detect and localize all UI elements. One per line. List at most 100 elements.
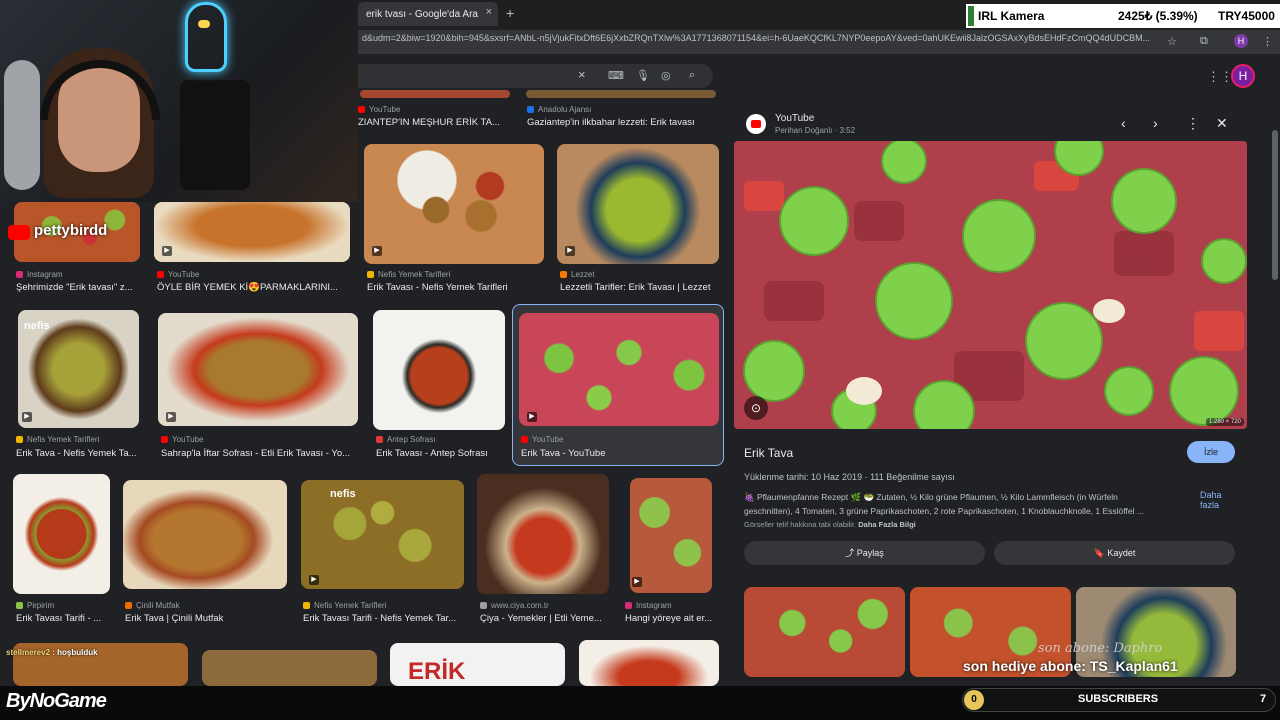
lens-icon[interactable]: ◎ bbox=[661, 69, 671, 82]
close-panel-icon[interactable]: ✕ bbox=[1216, 115, 1228, 132]
result-title[interactable]: Sahrap'la İftar Sofrası - Etli Erik Tava… bbox=[161, 448, 357, 459]
result-image[interactable] bbox=[123, 480, 287, 589]
result-source: YouTube bbox=[161, 435, 203, 444]
result-image[interactable] bbox=[202, 650, 377, 686]
guitar bbox=[4, 60, 40, 190]
result-image[interactable] bbox=[373, 310, 505, 430]
result-title[interactable]: Erik Tava - YouTube bbox=[521, 448, 719, 459]
result-source: Lezzet bbox=[560, 270, 595, 279]
youtube-logo-icon bbox=[746, 114, 766, 134]
watch-button[interactable]: İzle bbox=[1187, 441, 1235, 463]
result-title[interactable]: Erik Tava | Çinili Mutfak bbox=[125, 613, 287, 624]
result-image[interactable] bbox=[519, 313, 719, 426]
save-button[interactable]: 🔖 Kaydet bbox=[994, 541, 1235, 565]
video-icon: ▶ bbox=[309, 575, 319, 585]
more-options-icon[interactable]: ⋮ bbox=[1186, 115, 1200, 132]
result-source: Nefis Yemek Tarifleri bbox=[16, 435, 99, 444]
result-title[interactable]: Lezzetli Tarifler: Erik Tavası | Lezzet bbox=[560, 282, 720, 293]
result-image[interactable] bbox=[477, 474, 609, 594]
profile-icon[interactable]: H bbox=[1234, 34, 1248, 48]
result-source: www.ciya.com.tr bbox=[480, 601, 549, 610]
result-source: Instagram bbox=[625, 601, 672, 610]
last-gift-sub-text: son hediye abone: TS_Kaplan61 bbox=[963, 658, 1178, 674]
search-input[interactable] bbox=[358, 64, 713, 88]
next-arrow-icon[interactable]: › bbox=[1153, 115, 1158, 131]
donation-ticker: IRL Kamera 2425₺ (5.39%) TRY45000 bbox=[966, 4, 1280, 28]
result-title[interactable]: Erik Tavası Tarifi - Nefis Yemek Tar... bbox=[303, 613, 465, 624]
bynogame-logo: ByNoGame bbox=[6, 690, 107, 712]
youtube-logo-icon bbox=[8, 225, 30, 240]
result-image[interactable] bbox=[301, 480, 464, 589]
result-image[interactable] bbox=[557, 144, 719, 264]
result-source: YouTube bbox=[358, 105, 400, 114]
result-title[interactable]: Erik Tavası - Nefis Yemek Tarifleri bbox=[367, 282, 547, 293]
result-source: YouTube bbox=[157, 270, 199, 279]
panel-title[interactable]: Erik Tava bbox=[744, 446, 793, 460]
result-source: Nefis Yemek Tarifleri bbox=[367, 270, 450, 279]
result-title[interactable]: Erik Tavası Tarifi - ... bbox=[16, 613, 112, 624]
account-avatar[interactable]: H bbox=[1231, 64, 1255, 88]
video-icon: ▶ bbox=[166, 412, 176, 422]
menu-dots-icon[interactable]: ⋮ bbox=[1262, 35, 1273, 48]
share-button[interactable]: ⤴ Paylaş bbox=[744, 541, 985, 565]
result-image[interactable] bbox=[364, 144, 544, 264]
new-tab-button[interactable]: + bbox=[506, 5, 514, 21]
preview-image[interactable] bbox=[734, 141, 1247, 429]
result-image[interactable] bbox=[158, 313, 358, 426]
gaming-chair bbox=[180, 80, 250, 190]
result-image[interactable] bbox=[360, 90, 510, 98]
image-dimensions: 1.280 × 720 bbox=[1206, 418, 1244, 426]
result-title[interactable]: ÖYLE BİR YEMEK Kİ😍PARMAKLARINI... bbox=[157, 282, 349, 293]
browser-tab[interactable]: erik tvası - Google'da Ara × bbox=[358, 2, 498, 26]
result-title[interactable]: Erik Tavası - Antep Sofrası bbox=[376, 448, 506, 459]
more-link[interactable]: Daha fazla bbox=[1200, 490, 1234, 510]
bookmark-star-icon[interactable]: ☆ bbox=[1167, 35, 1177, 48]
erik-brand-text: ERİK bbox=[408, 658, 466, 685]
preview-image-art bbox=[734, 141, 1247, 429]
result-image[interactable] bbox=[579, 640, 719, 686]
url-text[interactable]: d&udm=2&biw=1920&bih=945&sxsrf=ANbL-n5jV… bbox=[362, 33, 1162, 43]
related-image[interactable] bbox=[744, 587, 905, 677]
result-source: Çinili Mutfak bbox=[125, 601, 180, 610]
video-icon: ▶ bbox=[162, 246, 172, 256]
keyboard-icon[interactable]: ⌨ bbox=[608, 69, 624, 82]
result-title[interactable]: Erik Tava - Nefis Yemek Ta... bbox=[16, 448, 140, 459]
apps-grid-icon[interactable]: ⋮⋮ bbox=[1207, 69, 1233, 85]
panel-desc-line1: 🍇 Pflaumenpfanne Rezept 🌿 🥗 Zutaten, ½ K… bbox=[744, 492, 1118, 502]
result-title[interactable]: Hangi yöreye ait er... bbox=[625, 613, 715, 624]
lens-search-icon[interactable]: ⊙ bbox=[744, 396, 768, 420]
extensions-icon[interactable]: ⧉ bbox=[1200, 35, 1208, 48]
mic-icon[interactable]: 🎙 bbox=[636, 69, 650, 82]
result-title[interactable]: Çiya - Yemekler | Etli Yeme... bbox=[480, 613, 610, 624]
close-tab-icon[interactable]: × bbox=[486, 6, 492, 18]
result-title[interactable]: Şehrimizde "Erik tavası" z... bbox=[16, 282, 140, 293]
search-icon[interactable]: ⌕ bbox=[689, 69, 695, 82]
neon-parrot-sign bbox=[185, 2, 227, 72]
video-icon: ▶ bbox=[565, 246, 575, 256]
prev-arrow-icon[interactable]: ‹ bbox=[1121, 115, 1126, 131]
result-image[interactable] bbox=[13, 474, 110, 594]
result-title[interactable]: ZIANTEP'IN MEŞHUR ERİK TA... bbox=[358, 117, 508, 128]
subs-current: 0 bbox=[964, 690, 984, 710]
last-sub-text: son abone: Daphro bbox=[1038, 641, 1163, 656]
result-title[interactable]: Gaziantep'in ilkbahar lezzeti: Erik tava… bbox=[527, 117, 717, 128]
panel-scrollbar[interactable] bbox=[1272, 130, 1278, 280]
result-source: Nefis Yemek Tarifleri bbox=[303, 601, 386, 610]
panel-source[interactable]: YouTube bbox=[775, 113, 814, 124]
clear-search-icon[interactable]: × bbox=[578, 67, 586, 82]
panel-meta: Yüklenme tarihi: 10 Haz 2019 · 111 Beğen… bbox=[744, 472, 955, 482]
learn-more-link[interactable]: Daha Fazla Bilgi bbox=[858, 520, 916, 529]
result-source: Anadolu Ajansı bbox=[527, 105, 591, 114]
subs-label: SUBSCRIBERS bbox=[1078, 693, 1159, 705]
result-image[interactable] bbox=[526, 90, 716, 98]
result-image[interactable] bbox=[154, 202, 350, 262]
nefis-logo: nefis bbox=[330, 488, 356, 500]
video-icon: ▶ bbox=[372, 246, 382, 256]
panel-channel: Perihan Doğanlı · 3:52 bbox=[775, 126, 856, 135]
result-image[interactable] bbox=[630, 478, 712, 593]
result-source: YouTube bbox=[521, 435, 563, 444]
video-icon: ▶ bbox=[527, 412, 537, 422]
result-source: Instagram bbox=[16, 270, 63, 279]
ticker-value: 2425₺ (5.39%) bbox=[1118, 9, 1198, 23]
video-icon: ▶ bbox=[632, 577, 642, 587]
